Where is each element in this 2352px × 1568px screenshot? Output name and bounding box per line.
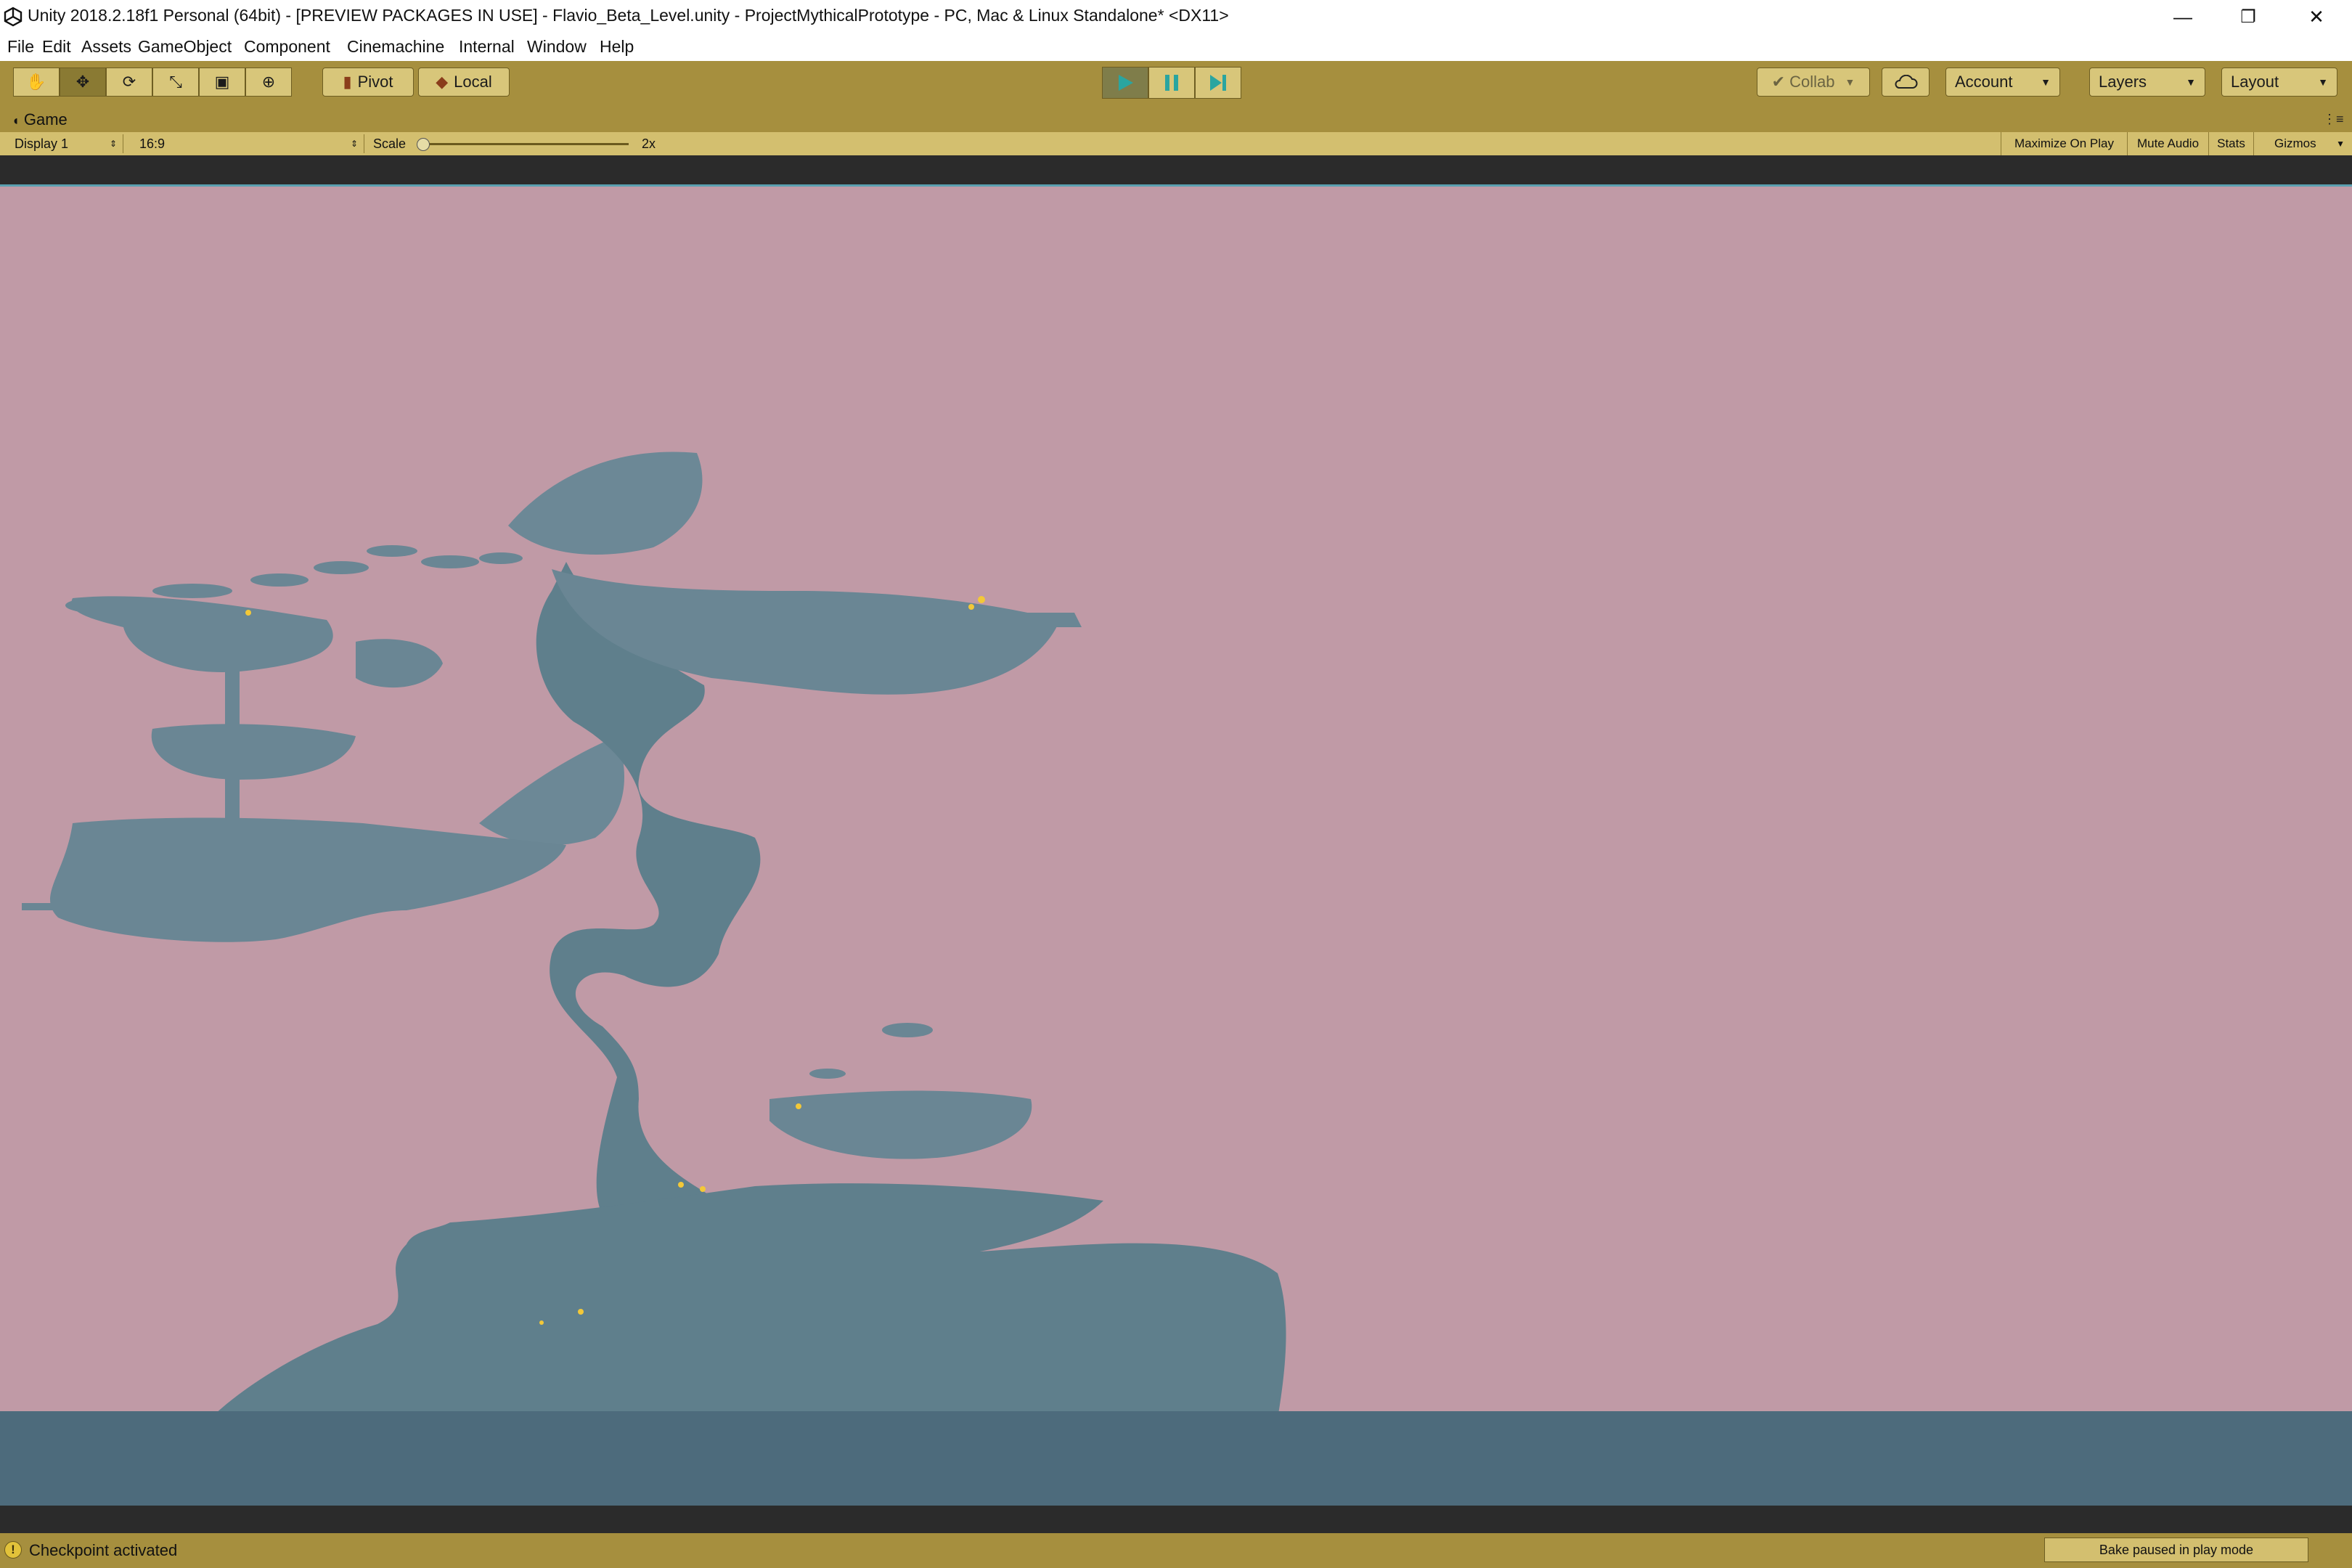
maximize-on-play-toggle[interactable]: Maximize On Play	[2001, 132, 2127, 155]
pause-button[interactable]	[1148, 67, 1195, 99]
menu-cinemachine[interactable]: Cinemachine	[347, 37, 444, 57]
lower-island-mass	[211, 1183, 1286, 1418]
layers-dropdown[interactable]: Layers ▼	[2089, 68, 2205, 97]
pivot-label: Pivot	[357, 73, 393, 91]
chevron-down-icon: ▼	[2186, 76, 2196, 88]
collab-label: Collab	[1789, 73, 1835, 91]
bake-status: Bake paused in play mode	[2044, 1538, 2308, 1562]
cloud-button[interactable]	[1882, 68, 1930, 97]
account-dropdown[interactable]: Account ▼	[1945, 68, 2060, 97]
rect-tool-button[interactable]: ▣	[199, 68, 245, 97]
menu-internal[interactable]: Internal	[459, 37, 515, 57]
scale-icon: ⤡	[169, 73, 182, 91]
mid-floating-islands	[769, 1023, 1032, 1159]
panel-menu-icon[interactable]: ⋮≡	[2323, 112, 2344, 127]
hand-tool-button[interactable]: ✋	[13, 68, 60, 97]
layout-dropdown[interactable]: Layout ▼	[2221, 68, 2337, 97]
scale-value: 2x	[642, 136, 656, 151]
layers-label: Layers	[2099, 73, 2147, 91]
menu-gameobject[interactable]: GameObject	[138, 37, 232, 57]
transform-tool-button[interactable]: ⊕	[245, 68, 292, 97]
aspect-label: 16:9	[139, 136, 166, 151]
collab-check-icon: ✔	[1771, 73, 1786, 91]
rotate-tool-button[interactable]: ⟳	[106, 68, 152, 97]
game-controller-icon: ◖	[12, 113, 20, 128]
menu-edit[interactable]: Edit	[42, 37, 71, 57]
layout-label: Layout	[2231, 73, 2279, 91]
game-view-top-letterbox	[0, 155, 2352, 184]
scale-control: Scale 2x	[366, 134, 671, 153]
transform-icon: ⊕	[261, 73, 276, 91]
game-view-toolbar: Display 1 ⇕ 16:9 ⇕ Scale 2x Maximize On …	[0, 132, 2352, 156]
window-title: Unity 2018.2.18f1 Personal (64bit) - [PR…	[28, 6, 1229, 25]
display-dropdown[interactable]: Display 1 ⇕	[7, 134, 123, 153]
minimize-button[interactable]: —	[2150, 0, 2216, 33]
scale-tool-button[interactable]: ⤡	[152, 68, 199, 97]
status-bar: ! Checkpoint activated Bake paused in pl…	[0, 1533, 2352, 1568]
updown-arrow-icon: ⇕	[109, 139, 117, 149]
status-message[interactable]: Checkpoint activated	[29, 1541, 177, 1560]
menu-file[interactable]: File	[7, 37, 34, 57]
unity-logo-icon	[4, 7, 23, 27]
menu-window[interactable]: Window	[527, 37, 587, 57]
rotate-icon: ⟳	[122, 73, 136, 91]
move-icon: ✥	[75, 73, 90, 91]
local-toggle[interactable]: ◆ Local	[418, 68, 510, 97]
game-viewport[interactable]	[0, 184, 2352, 1506]
menu-bar: File Edit Assets GameObject Component Ci…	[0, 33, 2352, 61]
move-tool-button[interactable]: ✥	[60, 68, 106, 97]
game-scene-render	[0, 184, 2352, 1506]
menu-help[interactable]: Help	[600, 37, 634, 57]
display-label: Display 1	[15, 136, 69, 151]
updown-arrow-icon: ⇕	[350, 139, 358, 149]
title-bar: Unity 2018.2.18f1 Personal (64bit) - [PR…	[0, 0, 2352, 33]
gizmos-label: Gizmos	[2274, 136, 2316, 150]
menu-assets[interactable]: Assets	[81, 37, 131, 57]
restore-button[interactable]: ❐	[2216, 0, 2281, 33]
pause-icon	[1165, 75, 1178, 91]
cloud-icon	[1895, 75, 1918, 89]
local-label: Local	[454, 73, 492, 91]
chevron-down-icon: ▼	[2041, 76, 2051, 88]
game-view-bottom-letterbox	[0, 1506, 2352, 1533]
pivot-icon: ▮	[343, 73, 352, 91]
game-tab-bar: ◖ Game ⋮≡	[0, 107, 2352, 132]
aspect-dropdown[interactable]: 16:9 ⇕	[132, 134, 364, 153]
rect-icon: ▣	[214, 73, 230, 91]
stats-toggle[interactable]: Stats	[2208, 132, 2253, 155]
info-icon: !	[4, 1541, 22, 1559]
scale-slider[interactable]	[417, 138, 629, 151]
hand-icon: ✋	[26, 73, 46, 91]
chevron-down-icon: ▼	[1845, 76, 1855, 88]
scale-label: Scale	[373, 136, 407, 151]
play-button[interactable]	[1102, 67, 1148, 99]
water-plane	[0, 1411, 2352, 1506]
menu-component[interactable]: Component	[244, 37, 330, 57]
tab-game-label: Game	[23, 110, 68, 128]
pivot-toggle[interactable]: ▮ Pivot	[322, 68, 414, 97]
play-icon	[1119, 75, 1133, 91]
upper-left-platforms	[22, 545, 566, 942]
gizmos-dropdown[interactable]: Gizmos ▼	[2253, 132, 2352, 155]
collab-dropdown[interactable]: ✔ Collab ▼	[1757, 68, 1870, 97]
tab-game[interactable]: ◖ Game	[12, 110, 68, 129]
chevron-down-icon: ▼	[2318, 76, 2328, 88]
step-icon	[1210, 75, 1226, 91]
step-button[interactable]	[1195, 67, 1241, 99]
account-label: Account	[1955, 73, 2013, 91]
chevron-down-icon: ▼	[2336, 139, 2345, 149]
local-icon: ◆	[436, 73, 449, 91]
close-button[interactable]: ✕	[2284, 0, 2349, 33]
scale-slider-thumb[interactable]	[417, 138, 430, 151]
main-toolbar: ✋ ✥ ⟳ ⤡ ▣ ⊕ ▮ Pivot ◆ Local ✔ Collab ▼ A…	[0, 61, 2352, 109]
mute-audio-toggle[interactable]: Mute Audio	[2127, 132, 2208, 155]
